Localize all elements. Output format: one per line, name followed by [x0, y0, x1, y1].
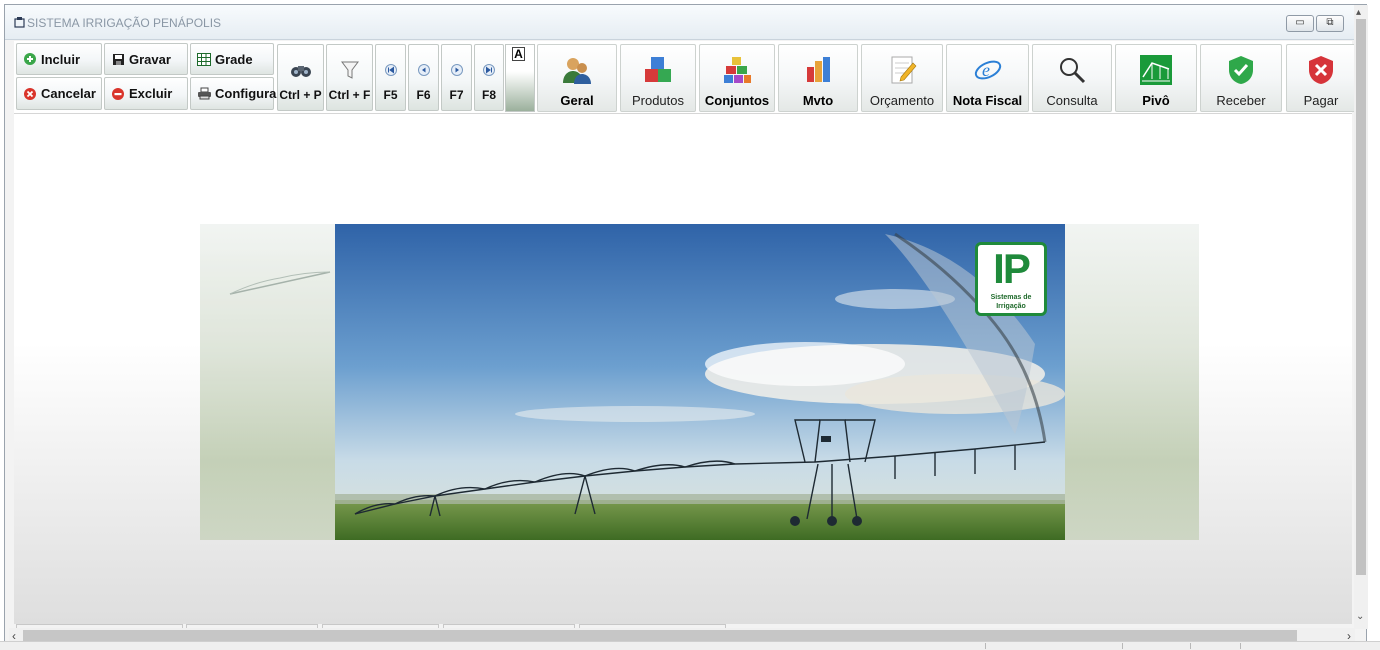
- vertical-scroll-thumb[interactable]: [1356, 19, 1366, 575]
- magnifier-icon: [1055, 53, 1089, 87]
- nota-fiscal-label: Nota Fiscal: [952, 93, 1023, 108]
- status-panel-divider: [1122, 643, 1123, 649]
- cancelar-button[interactable]: Cancelar: [16, 77, 102, 110]
- cancel-icon: [23, 87, 37, 101]
- conjuntos-label: Conjuntos: [704, 93, 770, 108]
- scroll-down-icon[interactable]: ⌄: [1356, 611, 1364, 622]
- incluir-label: Incluir: [41, 51, 81, 67]
- grid-icon: [197, 52, 211, 66]
- conjuntos-button[interactable]: Conjuntos: [699, 44, 775, 112]
- grade-label: Grade: [215, 51, 253, 67]
- scroll-up-icon[interactable]: ▴: [1356, 7, 1361, 18]
- save-icon: [111, 52, 125, 66]
- f6-button[interactable]: F6: [408, 44, 439, 111]
- company-banner: IP Sistemas de Irrigação: [200, 224, 1199, 540]
- shield-check-icon: [1224, 53, 1258, 87]
- receber-label: Receber: [1216, 93, 1266, 108]
- orcamento-button[interactable]: Orçamento: [861, 44, 943, 112]
- binoculars-icon: [290, 60, 312, 80]
- configura-label: Configura: [215, 86, 277, 101]
- configura-button[interactable]: Configura: [190, 77, 277, 110]
- chart-icon: [801, 53, 835, 87]
- irrigation-pivot-photo: [335, 224, 1065, 540]
- orcamento-label: Orçamento: [869, 93, 935, 108]
- logo-letters: IP: [993, 245, 1031, 292]
- cancelar-label: Cancelar: [41, 86, 96, 101]
- ctrl-f-button[interactable]: Ctrl + F: [326, 44, 373, 111]
- company-logo: IP Sistemas de Irrigação: [975, 242, 1047, 316]
- status-panel-divider: [985, 643, 986, 649]
- ctrl-p-label: Ctrl + P: [279, 88, 322, 102]
- pivo-label: Pivô: [1142, 93, 1170, 108]
- receber-button[interactable]: Receber: [1200, 44, 1282, 112]
- internet-document-icon: e: [971, 53, 1005, 87]
- main-content-area: IP Sistemas de Irrigação: [14, 114, 1352, 624]
- logo-subtext: Sistemas de Irrigação: [990, 294, 1032, 310]
- nota-fiscal-button[interactable]: e Nota Fiscal: [946, 44, 1029, 112]
- svg-text:e: e: [982, 60, 990, 80]
- minimize-button[interactable]: ▭: [1286, 15, 1314, 32]
- status-panel-divider: [1190, 643, 1191, 649]
- incluir-button[interactable]: Incluir: [16, 43, 102, 75]
- window-controls: ▭ ⧉: [1286, 15, 1344, 32]
- next-record-icon: [450, 60, 463, 80]
- pagar-label: Pagar: [1303, 93, 1339, 108]
- mvto-button[interactable]: Mvto: [778, 44, 858, 112]
- produtos-button[interactable]: Produtos: [620, 44, 696, 112]
- f6-label: F6: [416, 88, 431, 102]
- status-panel-divider: [1240, 643, 1241, 649]
- geral-button[interactable]: Geral: [537, 44, 617, 112]
- previous-record-icon: [417, 60, 430, 80]
- filter-icon: [340, 60, 360, 80]
- font-toggle-panel: A: [505, 44, 535, 112]
- ctrl-p-button[interactable]: Ctrl + P: [277, 44, 324, 111]
- gravar-label: Gravar: [129, 51, 171, 67]
- banner-left-fade: [200, 224, 335, 540]
- add-icon: [23, 52, 37, 66]
- mvto-label: Mvto: [802, 93, 834, 108]
- first-record-icon: [384, 60, 397, 80]
- geral-label: Geral: [560, 93, 594, 108]
- last-record-icon: [483, 60, 495, 80]
- consulta-label: Consulta: [1046, 93, 1098, 108]
- f7-button[interactable]: F7: [441, 44, 472, 111]
- delete-icon: [111, 87, 125, 101]
- gravar-button[interactable]: Gravar: [104, 43, 188, 75]
- consulta-button[interactable]: Consulta: [1032, 44, 1112, 112]
- pivo-button[interactable]: Pivô: [1115, 44, 1197, 112]
- boxes-icon: [720, 53, 754, 87]
- restore-button[interactable]: ⧉: [1316, 15, 1344, 32]
- cubes-icon: [641, 53, 675, 87]
- title-bar: SISTEMA IRRIGAÇÃO PENÁPOLIS ▭ ⧉: [5, 5, 1366, 40]
- vertical-scrollbar[interactable]: ▴ ⌄: [1354, 5, 1368, 629]
- f7-label: F7: [449, 88, 464, 102]
- pivot-icon: [1139, 53, 1173, 87]
- banner-right-fade: [1065, 224, 1199, 540]
- produtos-label: Produtos: [631, 93, 685, 108]
- excluir-label: Excluir: [129, 86, 173, 101]
- main-toolbar: Incluir Gravar Grade Cancelar Excluir Co…: [14, 41, 1356, 114]
- pagar-button[interactable]: Pagar: [1286, 44, 1356, 112]
- f5-button[interactable]: F5: [375, 44, 406, 111]
- ctrl-f-label: Ctrl + F: [328, 88, 371, 102]
- window-title: SISTEMA IRRIGAÇÃO PENÁPOLIS: [27, 16, 222, 30]
- main-window: SISTEMA IRRIGAÇÃO PENÁPOLIS ▭ ⧉ Incluir …: [4, 4, 1368, 649]
- excluir-button[interactable]: Excluir: [104, 77, 188, 110]
- shield-x-icon: [1304, 53, 1338, 87]
- app-icon: [14, 17, 25, 28]
- f8-label: F8: [481, 88, 496, 102]
- users-icon: [560, 53, 594, 87]
- notepad-icon: [885, 53, 919, 87]
- f8-button[interactable]: F8: [474, 44, 504, 111]
- f5-label: F5: [383, 88, 398, 102]
- grade-button[interactable]: Grade: [190, 43, 274, 75]
- printer-icon: [197, 87, 211, 101]
- font-toggle-button[interactable]: A: [512, 47, 525, 61]
